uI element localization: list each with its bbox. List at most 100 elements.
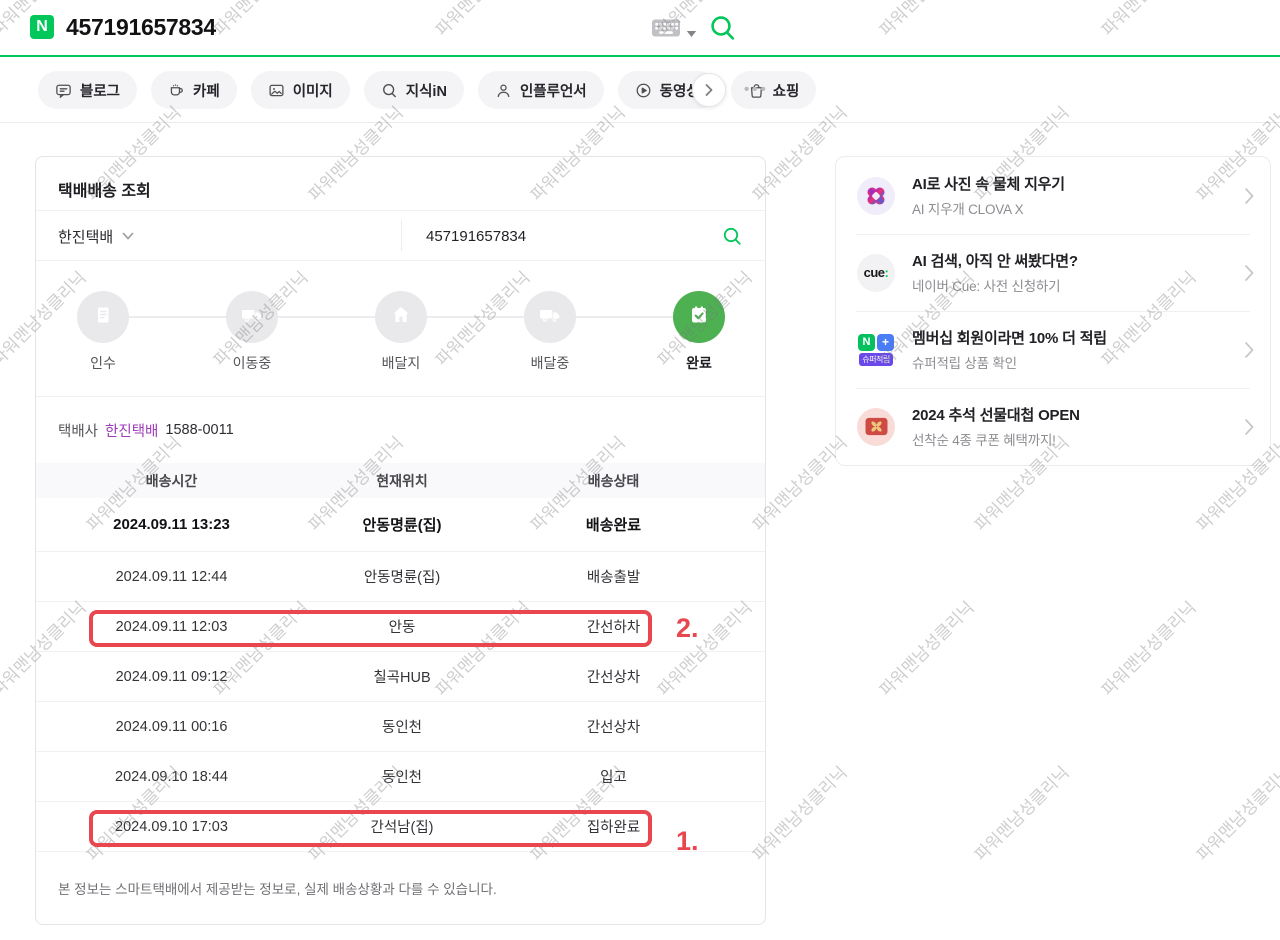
carrier-phone: 1588-0011: [165, 422, 233, 438]
kin-search-icon: [381, 82, 398, 99]
blog-icon: [55, 82, 72, 99]
card-title: 택배배송 조회: [58, 183, 151, 200]
tab-카페[interactable]: 카페: [151, 71, 237, 109]
delivery-time: 2024.09.10 18:44: [36, 769, 307, 785]
current-location: 간석남(집): [307, 816, 497, 837]
keyboard-icon[interactable]: [651, 17, 681, 44]
current-location: 안동명륜(집): [307, 566, 497, 587]
table-row: 2024.09.11 12:03 안동 간선하차: [36, 602, 765, 652]
progress-step: 인수: [74, 291, 132, 373]
promo-subtitle: AI 지우개 CLOVA X: [912, 198, 1270, 218]
chevron-right-icon: [1244, 418, 1254, 436]
delivery-status: 간선하차: [497, 616, 730, 637]
delivery-time: 2024.09.11 13:23: [36, 516, 307, 533]
promo-subtitle: 선착순 4종 쿠폰 혜택까지!: [912, 429, 1270, 449]
tracking-form-row: 한진택배 457191657834: [36, 211, 765, 261]
delivery-time: 2024.09.11 09:12: [36, 669, 307, 685]
card-title-row: 택배배송 조회: [36, 157, 765, 211]
truck-icon: [239, 302, 265, 333]
carrier-select[interactable]: 한진택배: [58, 211, 134, 261]
tab-블로그[interactable]: 블로그: [38, 71, 137, 109]
video-icon: [635, 82, 652, 99]
naver-logo[interactable]: N: [30, 15, 54, 39]
watermark-text: 파워맨남성클리닉: [872, 594, 978, 700]
tabs-next-button[interactable]: [692, 73, 726, 107]
carrier-info-row: 택배사 한진택배 1588-0011: [36, 397, 765, 463]
caret-down-icon[interactable]: [686, 25, 697, 43]
tab-지식iN[interactable]: 지식iN: [364, 71, 464, 109]
home-icon: [389, 303, 413, 332]
parcel-tracking-card: 택배배송 조회 한진택배 457191657834 인수 이동중 배달지 배달중…: [35, 156, 766, 925]
promo-subtitle: 네이버 Cue: 사전 신청하기: [912, 275, 1270, 295]
search-header: N 457191657834: [0, 0, 1280, 57]
carrier-label: 택배사: [58, 420, 98, 441]
chevron-right-icon: [1244, 264, 1254, 282]
table-row: 2024.09.11 09:12 칠곡HUB 간선상차: [36, 652, 765, 702]
delivery-status: 배송완료: [497, 514, 730, 535]
influencer-icon: [495, 82, 512, 99]
search-icon[interactable]: [708, 13, 738, 48]
table-row: 2024.09.10 18:44 동인천 입고: [36, 752, 765, 802]
table-row: 2024.09.11 00:16 동인천 간선상차: [36, 702, 765, 752]
col-delivery-status: 배송상태: [497, 471, 730, 491]
progress-step-label: 완료: [670, 353, 728, 373]
table-header: 배송시간 현재위치 배송상태: [36, 463, 765, 498]
promo-sidebar-card: AI로 사진 속 물체 지우기 AI 지우개 CLOVA X cue: AI 검…: [835, 156, 1271, 466]
carrier-select-value: 한진택배: [58, 226, 113, 247]
delivery-status: 간선상차: [497, 716, 730, 737]
tab-이미지[interactable]: 이미지: [251, 71, 350, 109]
clova-x-icon: [856, 177, 896, 215]
progress-step-label: 배달지: [372, 353, 430, 373]
tracking-table-body: 2024.09.11 13:23 안동명륜(집) 배송완료 2024.09.11…: [36, 498, 765, 852]
current-location: 안동: [307, 616, 497, 637]
chevron-right-icon: [1244, 341, 1254, 359]
progress-step-label: 인수: [74, 353, 132, 373]
promo-item[interactable]: AI로 사진 속 물체 지우기 AI 지우개 CLOVA X: [836, 157, 1270, 234]
carrier-link[interactable]: 한진택배: [105, 420, 158, 441]
current-location: 동인천: [307, 716, 497, 737]
chevron-down-icon: [122, 227, 134, 245]
promo-item[interactable]: 2024 추석 선물대첩 OPEN 선착순 4종 쿠폰 혜택까지!: [836, 388, 1270, 465]
image-icon: [268, 82, 285, 99]
promo-item[interactable]: N+슈퍼적립 멤버십 회원이라면 10% 더 적립 슈퍼적립 상품 확인: [836, 311, 1270, 388]
current-location: 안동명륜(집): [307, 514, 497, 535]
receipt-icon: [91, 303, 115, 332]
tracking-search-icon[interactable]: [722, 226, 743, 252]
tracking-number-input[interactable]: 457191657834: [426, 211, 526, 261]
tab-인플루언서[interactable]: 인플루언서: [478, 71, 604, 109]
disclaimer-note: 본 정보는 스마트택배에서 제공받는 정보로, 실제 배송상황과 다를 수 있습…: [58, 878, 743, 898]
search-query[interactable]: 457191657834: [66, 14, 216, 41]
delivery-time: 2024.09.11 12:03: [36, 619, 307, 635]
cafe-icon: [168, 82, 185, 99]
delivery-status: 집하완료: [497, 816, 730, 837]
promo-title: AI로 사진 속 물체 지우기: [912, 173, 1270, 194]
delivery-status: 입고: [497, 766, 730, 787]
progress-step: 배달지: [372, 291, 430, 373]
table-row: 2024.09.10 17:03 간석남(집) 집하완료: [36, 802, 765, 852]
promo-subtitle: 슈퍼적립 상품 확인: [912, 352, 1270, 372]
promo-title: 멤버십 회원이라면 10% 더 적립: [912, 327, 1270, 348]
current-location: 동인천: [307, 766, 497, 787]
promo-item[interactable]: cue: AI 검색, 아직 안 써봤다면? 네이버 Cue: 사전 신청하기: [836, 234, 1270, 311]
watermark-text: 파워맨남성클리닉: [1189, 759, 1280, 865]
delivery-status: 간선상차: [497, 666, 730, 687]
progress-step-label: 배달중: [521, 353, 579, 373]
cue-icon: cue:: [856, 254, 896, 292]
progress-step: 배달중: [521, 291, 579, 373]
truck-icon: [537, 302, 563, 333]
chevron-right-icon: [1244, 187, 1254, 205]
search-tab-bar: 블로그 카페 이미지 지식iN 인플루언서 동영상 쇼핑 •••: [0, 57, 1280, 123]
delivery-time: 2024.09.10 17:03: [36, 819, 307, 835]
col-delivery-time: 배송시간: [36, 471, 307, 491]
membership-icon: N+슈퍼적립: [856, 334, 896, 366]
naver-search-page: N 457191657834 블로그 카페 이미지 지식iN 인플루언서 동영상…: [0, 0, 1280, 940]
current-location: 칠곡HUB: [307, 666, 497, 687]
check-board-icon: [686, 302, 712, 333]
delivery-time: 2024.09.11 12:44: [36, 569, 307, 585]
progress-step-label: 이동중: [223, 353, 281, 373]
progress-step: 완료: [670, 291, 728, 373]
gift-icon: [856, 408, 896, 446]
watermark-text: 파워맨남성클리닉: [1094, 594, 1200, 700]
delivery-time: 2024.09.11 00:16: [36, 719, 307, 735]
more-tabs-button[interactable]: •••: [744, 81, 769, 98]
